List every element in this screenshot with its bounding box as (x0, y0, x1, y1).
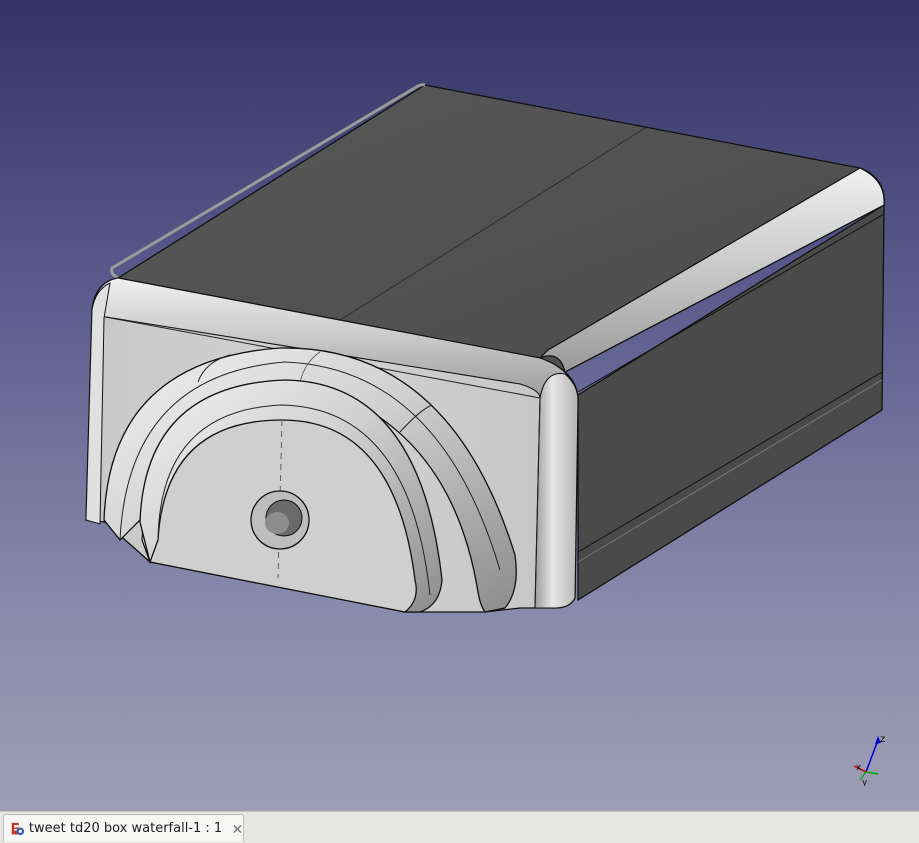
axis-indicator: z x y (853, 734, 885, 786)
z-axis-label: z (880, 734, 885, 745)
3d-viewport[interactable]: z x y (0, 0, 919, 811)
x-axis-label: x (856, 763, 862, 773)
y-axis-label: y (862, 778, 868, 786)
front-right-rounded-corner (534, 372, 579, 609)
document-tab-bar: tweet td20 box waterfall-1 : 1 (0, 811, 919, 843)
document-tab[interactable]: tweet td20 box waterfall-1 : 1 (3, 814, 244, 842)
close-icon[interactable] (232, 822, 243, 836)
mounting-hole-highlight (265, 512, 289, 534)
y-axis-line (865, 771, 879, 775)
z-axis-line (865, 739, 879, 773)
model-scene[interactable] (0, 0, 919, 811)
document-tab-label: tweet td20 box waterfall-1 : 1 (28, 821, 223, 836)
freecad-document-icon (11, 822, 25, 835)
